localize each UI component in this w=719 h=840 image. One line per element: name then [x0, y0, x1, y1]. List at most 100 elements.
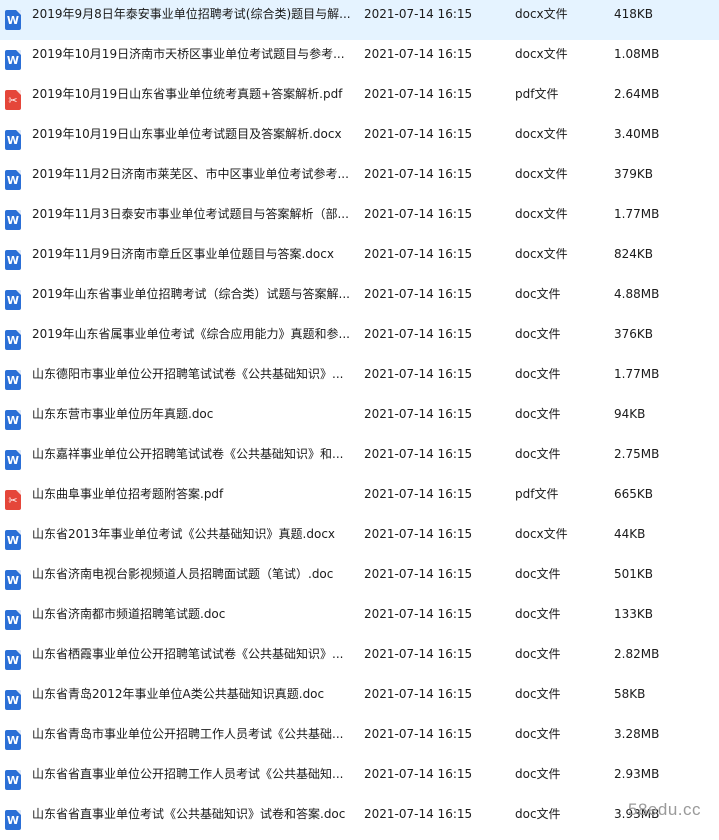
file-name: 2019年10月19日济南市天桥区事业单位考试题目与参考...	[32, 47, 345, 61]
file-row[interactable]: W 2019年10月19日济南市天桥区事业单位考试题目与参考... 2021-07-…	[0, 40, 719, 80]
file-modified-date: 2021-07-14 16:15	[364, 247, 473, 261]
file-row[interactable]: W 山东省青岛市事业单位公开招聘工作人员考试《公共基础... 2021-07-14 …	[0, 720, 719, 760]
file-row[interactable]: W 2019年9月8日年泰安事业单位招聘考试(综合类)题目与解... 2021-07…	[0, 0, 719, 40]
word-icon: W	[5, 370, 21, 390]
file-name: 山东省济南都市频道招聘笔试题.doc	[32, 607, 226, 621]
file-type: docx文件	[515, 127, 568, 141]
file-modified-date: 2021-07-14 16:15	[364, 647, 473, 661]
file-list: W 2019年9月8日年泰安事业单位招聘考试(综合类)题目与解... 2021-07…	[0, 0, 719, 840]
file-modified-date: 2021-07-14 16:15	[364, 367, 473, 381]
pdf-icon: ✂	[5, 90, 21, 110]
file-size: 4.88MB	[614, 287, 660, 301]
file-name: 山东省栖霞事业单位公开招聘笔试试卷《公共基础知识》...	[32, 647, 344, 661]
file-type: doc文件	[515, 327, 561, 341]
file-name: 2019年10月19日山东省事业单位统考真题+答案解析.pdf	[32, 87, 343, 101]
file-row[interactable]: W 山东省栖霞事业单位公开招聘笔试试卷《公共基础知识》... 2021-07-14 …	[0, 640, 719, 680]
file-row[interactable]: W 山东省济南都市频道招聘笔试题.doc 2021-07-14 16:15 doc文件…	[0, 600, 719, 640]
file-name: 2019年11月9日济南市章丘区事业单位题目与答案.docx	[32, 247, 334, 261]
file-size: 2.93MB	[614, 767, 660, 781]
file-type: doc文件	[515, 407, 561, 421]
file-type: docx文件	[515, 47, 568, 61]
file-size: 1.08MB	[614, 47, 660, 61]
file-name: 山东曲阜事业单位招考题附答案.pdf	[32, 487, 224, 501]
file-size: 94KB	[614, 407, 646, 421]
file-size: 58KB	[614, 687, 646, 701]
file-modified-date: 2021-07-14 16:15	[364, 7, 473, 21]
file-modified-date: 2021-07-14 16:15	[364, 87, 473, 101]
file-row[interactable]: W 2019年11月2日济南市莱芜区、市中区事业单位考试参考... 2021-07-…	[0, 160, 719, 200]
file-modified-date: 2021-07-14 16:15	[364, 687, 473, 701]
file-size: 2.75MB	[614, 447, 660, 461]
file-name: 山东省省直事业单位公开招聘工作人员考试《公共基础知...	[32, 767, 344, 781]
file-type: doc文件	[515, 287, 561, 301]
file-size: 44KB	[614, 527, 646, 541]
word-icon: W	[5, 330, 21, 350]
word-icon: W	[5, 10, 21, 30]
file-type: doc文件	[515, 367, 561, 381]
file-row[interactable]: W 2019年山东省属事业单位考试《综合应用能力》真题和参... 2021-07-1…	[0, 320, 719, 360]
word-icon: W	[5, 450, 21, 470]
file-size: 1.77MB	[614, 367, 660, 381]
file-row[interactable]: W 山东省省直事业单位考试《公共基础知识》试卷和答案.doc 2021-07-14 …	[0, 800, 719, 840]
file-type: docx文件	[515, 7, 568, 21]
file-row[interactable]: W 2019年山东省事业单位招聘考试（综合类）试题与答案解... 2021-07-1…	[0, 280, 719, 320]
file-modified-date: 2021-07-14 16:15	[364, 287, 473, 301]
file-name: 山东东营市事业单位历年真题.doc	[32, 407, 214, 421]
file-size: 3.40MB	[614, 127, 660, 141]
file-row[interactable]: W 山东省省直事业单位公开招聘工作人员考试《公共基础知... 2021-07-14 …	[0, 760, 719, 800]
file-name: 山东省青岛市事业单位公开招聘工作人员考试《公共基础...	[32, 727, 344, 741]
word-icon: W	[5, 650, 21, 670]
file-type: doc文件	[515, 607, 561, 621]
file-row[interactable]: W 2019年11月9日济南市章丘区事业单位题目与答案.docx 2021-07-1…	[0, 240, 719, 280]
file-type: doc文件	[515, 447, 561, 461]
file-name: 2019年11月2日济南市莱芜区、市中区事业单位考试参考...	[32, 167, 349, 181]
pdf-icon: ✂	[5, 490, 21, 510]
file-size: 665KB	[614, 487, 654, 501]
file-type: docx文件	[515, 167, 568, 181]
file-modified-date: 2021-07-14 16:15	[364, 127, 473, 141]
file-name: 山东德阳市事业单位公开招聘笔试试卷《公共基础知识》...	[32, 367, 344, 381]
file-row[interactable]: W 山东东营市事业单位历年真题.doc 2021-07-14 16:15 doc文件 9…	[0, 400, 719, 440]
file-type: docx文件	[515, 527, 568, 541]
file-modified-date: 2021-07-14 16:15	[364, 327, 473, 341]
file-row[interactable]: W 2019年10月19日山东事业单位考试题目及答案解析.docx 2021-07-…	[0, 120, 719, 160]
file-row[interactable]: W 山东德阳市事业单位公开招聘笔试试卷《公共基础知识》... 2021-07-14 …	[0, 360, 719, 400]
file-modified-date: 2021-07-14 16:15	[364, 807, 473, 821]
file-modified-date: 2021-07-14 16:15	[364, 767, 473, 781]
file-size: 418KB	[614, 7, 654, 21]
file-row[interactable]: W 山东省青岛2012年事业单位A类公共基础知识真题.doc 2021-07-14 …	[0, 680, 719, 720]
file-name: 山东省青岛2012年事业单位A类公共基础知识真题.doc	[32, 687, 325, 701]
file-row[interactable]: ✂ 2019年10月19日山东省事业单位统考真题+答案解析.pdf 2021-07-…	[0, 80, 719, 120]
file-size: 1.77MB	[614, 207, 660, 221]
file-row[interactable]: ✂ 山东曲阜事业单位招考题附答案.pdf 2021-07-14 16:15 pdf文件…	[0, 480, 719, 520]
word-icon: W	[5, 610, 21, 630]
file-type: doc文件	[515, 807, 561, 821]
file-type: doc文件	[515, 647, 561, 661]
file-row[interactable]: W 山东省2013年事业单位考试《公共基础知识》真题.docx 2021-07-14…	[0, 520, 719, 560]
word-icon: W	[5, 770, 21, 790]
file-row[interactable]: W 2019年11月3日泰安市事业单位考试题目与答案解析（部... 2021-07-…	[0, 200, 719, 240]
watermark: 58edu.cc	[628, 800, 701, 819]
word-icon: W	[5, 570, 21, 590]
file-modified-date: 2021-07-14 16:15	[364, 487, 473, 501]
file-size: 824KB	[614, 247, 654, 261]
file-size: 133KB	[614, 607, 654, 621]
word-icon: W	[5, 290, 21, 310]
file-modified-date: 2021-07-14 16:15	[364, 47, 473, 61]
file-name: 2019年10月19日山东事业单位考试题目及答案解析.docx	[32, 127, 342, 141]
file-modified-date: 2021-07-14 16:15	[364, 727, 473, 741]
word-icon: W	[5, 810, 21, 830]
file-type: doc文件	[515, 767, 561, 781]
file-type: docx文件	[515, 207, 568, 221]
word-icon: W	[5, 210, 21, 230]
file-size: 376KB	[614, 327, 654, 341]
file-modified-date: 2021-07-14 16:15	[364, 167, 473, 181]
file-row[interactable]: W 山东省济南电视台影视频道人员招聘面试题（笔试）.doc 2021-07-14 1…	[0, 560, 719, 600]
file-type: doc文件	[515, 687, 561, 701]
file-row[interactable]: W 山东嘉祥事业单位公开招聘笔试试卷《公共基础知识》和... 2021-07-14 …	[0, 440, 719, 480]
file-size: 2.82MB	[614, 647, 660, 661]
file-modified-date: 2021-07-14 16:15	[364, 607, 473, 621]
file-type: pdf文件	[515, 87, 559, 101]
word-icon: W	[5, 530, 21, 550]
file-modified-date: 2021-07-14 16:15	[364, 567, 473, 581]
